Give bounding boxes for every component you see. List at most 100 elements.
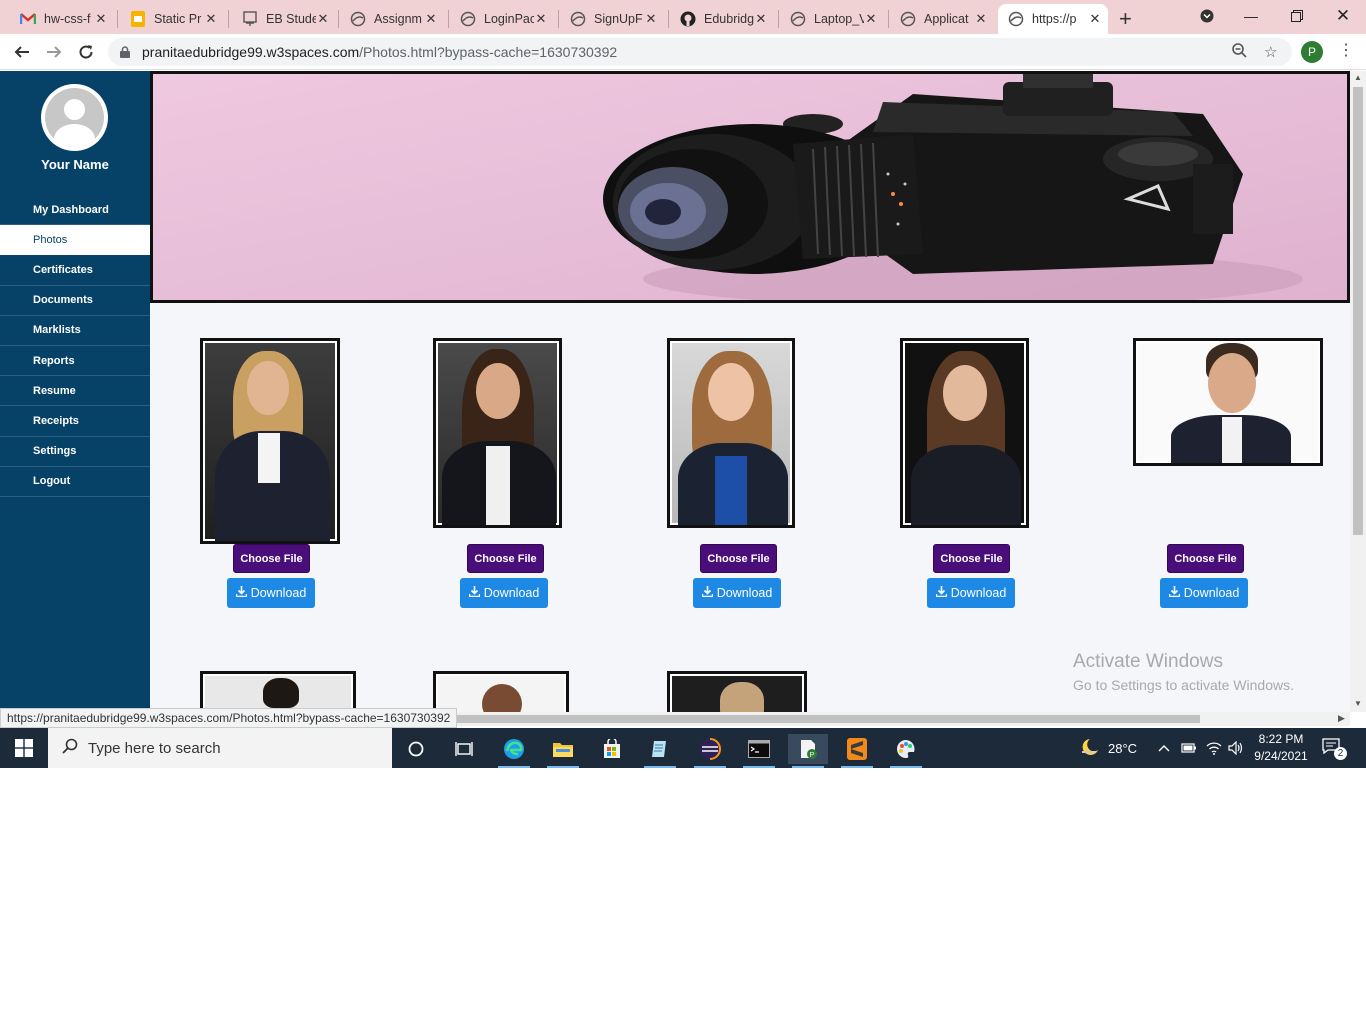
github-icon bbox=[680, 11, 696, 27]
weather-moon-icon bbox=[1080, 738, 1100, 759]
close-window-button[interactable]: ✕ bbox=[1320, 0, 1366, 32]
browser-tab[interactable]: Applicat ✕ bbox=[890, 4, 994, 34]
browser-tab-active[interactable]: https://p ✕ bbox=[998, 4, 1108, 34]
close-tab-icon[interactable]: ✕ bbox=[94, 11, 108, 27]
back-button[interactable] bbox=[10, 40, 34, 64]
temperature: 28°C bbox=[1108, 740, 1138, 756]
sidebar-item-dashboard[interactable]: My Dashboard bbox=[0, 195, 150, 226]
close-tab-icon[interactable]: ✕ bbox=[754, 11, 768, 27]
browser-tab[interactable]: Laptop_V ✕ bbox=[780, 4, 884, 34]
notepad-icon[interactable] bbox=[640, 734, 680, 768]
sublime-text-icon[interactable] bbox=[837, 734, 877, 768]
photo-3 bbox=[667, 338, 795, 528]
bookmark-star-icon[interactable]: ☆ bbox=[1264, 43, 1277, 61]
windows-taskbar: Type here to search P 28°C 8:22 PM 9/24/… bbox=[0, 728, 1366, 768]
paint-icon[interactable] bbox=[886, 734, 926, 768]
download-button[interactable]: Download bbox=[227, 578, 315, 608]
close-tab-icon[interactable]: ✕ bbox=[644, 11, 658, 27]
scroll-right-arrow-icon[interactable]: ▶ bbox=[1338, 713, 1345, 724]
tab-title: Applicat bbox=[924, 12, 969, 26]
sidebar: Your Name My Dashboard Photos Certificat… bbox=[0, 71, 150, 712]
sidebar-menu: My Dashboard Photos Certificates Documen… bbox=[0, 195, 150, 497]
download-label: Download bbox=[1183, 586, 1240, 600]
download-button[interactable]: Download bbox=[460, 578, 548, 608]
task-view-icon[interactable] bbox=[444, 734, 484, 764]
choose-file-button[interactable]: Choose File bbox=[933, 544, 1010, 573]
close-tab-icon[interactable]: ✕ bbox=[864, 11, 878, 27]
search-placeholder: Type here to search bbox=[88, 739, 221, 757]
sidebar-item-reports[interactable]: Reports bbox=[0, 346, 150, 377]
edge-browser-icon[interactable] bbox=[494, 734, 534, 768]
taskbar-search-input[interactable]: Type here to search bbox=[48, 728, 392, 768]
browser-tab[interactable]: EB Stude ✕ bbox=[232, 4, 336, 34]
browser-tab[interactable]: Assignm ✕ bbox=[340, 4, 444, 34]
tab-title: SignUpF bbox=[594, 12, 643, 26]
activate-windows-title: Activate Windows bbox=[1073, 651, 1223, 672]
vertical-scrollbar-thumb[interactable] bbox=[1353, 87, 1363, 535]
tab-search-icon[interactable] bbox=[1184, 0, 1230, 32]
tab-title: Static Pr bbox=[154, 12, 202, 26]
browser-tab[interactable]: Edubridg ✕ bbox=[670, 4, 774, 34]
choose-file-button[interactable]: Choose File bbox=[233, 544, 310, 573]
sidebar-item-settings[interactable]: Settings bbox=[0, 437, 150, 467]
choose-file-button[interactable]: Choose File bbox=[467, 544, 544, 573]
tab-title: https://p bbox=[1032, 12, 1077, 26]
download-button[interactable]: Download bbox=[693, 578, 781, 608]
close-tab-icon[interactable]: ✕ bbox=[974, 11, 988, 27]
browser-tab[interactable]: SignUpF ✕ bbox=[560, 4, 664, 34]
download-button[interactable]: Download bbox=[1160, 578, 1248, 608]
scroll-up-arrow-icon[interactable]: ▲ bbox=[1354, 73, 1362, 82]
browser-tab[interactable]: hw-css-f ✕ bbox=[10, 4, 114, 34]
file-explorer-icon[interactable] bbox=[543, 734, 583, 768]
sidebar-item-photos[interactable]: Photos bbox=[0, 225, 150, 256]
sidebar-item-certificates[interactable]: Certificates bbox=[0, 255, 150, 286]
cortana-icon[interactable] bbox=[396, 734, 436, 764]
sidebar-item-documents[interactable]: Documents bbox=[0, 286, 150, 316]
close-tab-icon[interactable]: ✕ bbox=[534, 11, 548, 27]
eb-icon bbox=[242, 11, 258, 27]
battery-icon[interactable] bbox=[1181, 728, 1197, 768]
minimize-button[interactable]: — bbox=[1228, 0, 1274, 32]
sidebar-item-resume[interactable]: Resume bbox=[0, 376, 150, 407]
close-tab-icon[interactable]: ✕ bbox=[1088, 11, 1102, 27]
browser-tab[interactable]: LoginPac ✕ bbox=[450, 4, 554, 34]
show-hidden-icons-chevron-icon[interactable] bbox=[1158, 728, 1170, 768]
close-tab-icon[interactable]: ✕ bbox=[204, 11, 218, 27]
sidebar-item-marklists[interactable]: Marklists bbox=[0, 316, 150, 346]
zoom-icon[interactable] bbox=[1232, 43, 1247, 62]
wifi-icon[interactable] bbox=[1206, 728, 1222, 768]
new-tab-button[interactable]: + bbox=[1119, 6, 1132, 32]
profile-avatar[interactable]: P bbox=[1301, 41, 1323, 63]
sidebar-item-logout[interactable]: Logout bbox=[0, 467, 150, 497]
browser-menu-icon[interactable]: ⋮ bbox=[1338, 40, 1354, 60]
volume-icon[interactable] bbox=[1228, 728, 1244, 768]
close-tab-icon[interactable]: ✕ bbox=[424, 11, 438, 27]
microsoft-store-icon[interactable] bbox=[592, 734, 632, 764]
eclipse-icon[interactable] bbox=[690, 734, 730, 768]
choose-file-button[interactable]: Choose File bbox=[1167, 544, 1244, 573]
photo-1 bbox=[200, 338, 340, 544]
choose-file-button[interactable]: Choose File bbox=[700, 544, 777, 573]
active-app-icon[interactable]: P bbox=[788, 734, 828, 768]
notification-count-badge: 2 bbox=[1334, 747, 1347, 760]
restore-button[interactable] bbox=[1274, 0, 1320, 32]
svg-text:P: P bbox=[810, 752, 815, 759]
scroll-down-arrow-icon[interactable]: ▼ bbox=[1354, 699, 1362, 708]
windows-start-icon[interactable] bbox=[0, 728, 48, 768]
reload-button[interactable] bbox=[74, 40, 98, 64]
url-text[interactable]: pranitaedubridge99.w3spaces.com/Photos.h… bbox=[142, 44, 617, 60]
address-bar[interactable]: pranitaedubridge99.w3spaces.com/Photos.h… bbox=[108, 38, 1292, 66]
browser-tab[interactable]: Static Pr ✕ bbox=[120, 4, 224, 34]
close-tab-icon[interactable]: ✕ bbox=[316, 11, 330, 27]
camera-banner-image bbox=[150, 71, 1350, 303]
vertical-scrollbar[interactable]: ▲ ▼ bbox=[1350, 71, 1366, 712]
taskbar-clock[interactable]: 8:22 PM 9/24/2021 bbox=[1250, 731, 1312, 765]
notification-center-icon[interactable]: 2 bbox=[1322, 738, 1347, 760]
download-button[interactable]: Download bbox=[927, 578, 1015, 608]
tab-title: Assignm bbox=[374, 12, 422, 26]
forward-button[interactable] bbox=[42, 40, 66, 64]
browser-toolbar: pranitaedubridge99.w3spaces.com/Photos.h… bbox=[0, 34, 1366, 70]
command-prompt-icon[interactable] bbox=[739, 734, 779, 768]
sidebar-item-receipts[interactable]: Receipts bbox=[0, 406, 150, 437]
weather-widget[interactable]: 28°C bbox=[1080, 728, 1137, 768]
